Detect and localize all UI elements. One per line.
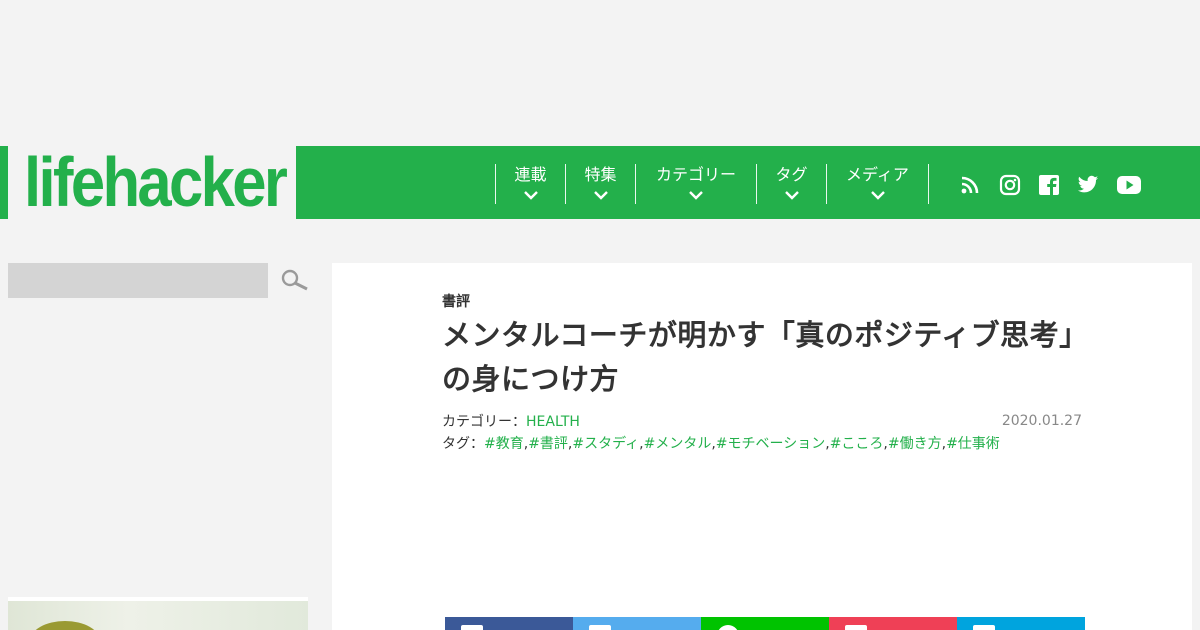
- nav-item-media[interactable]: メディア: [826, 164, 929, 204]
- instagram-icon[interactable]: [999, 172, 1038, 198]
- nav-item-features[interactable]: 特集: [565, 164, 635, 204]
- search-icon: [281, 269, 308, 291]
- tag-link[interactable]: #書評: [528, 436, 568, 452]
- nav-item-tags[interactable]: タグ: [756, 164, 826, 204]
- search-input[interactable]: [8, 263, 268, 298]
- share-line-button[interactable]: [701, 617, 829, 630]
- chevron-down-icon: [689, 191, 703, 200]
- share-buttons: [445, 617, 1085, 630]
- share-pocket-button[interactable]: [829, 617, 957, 630]
- social-links: [960, 172, 1155, 198]
- nav-item-label: カテゴリー: [655, 165, 736, 184]
- share-twitter-button[interactable]: [573, 617, 701, 630]
- pocket-icon: [845, 625, 867, 630]
- tag-link[interactable]: #仕事術: [946, 436, 1000, 452]
- tag-link[interactable]: #教育: [484, 436, 524, 452]
- rss-icon[interactable]: [960, 172, 999, 198]
- nav-item-label: 連載: [514, 165, 547, 184]
- article-title: メンタルコーチが明かす「真のポジティブ思考」の身につけ方: [442, 318, 1089, 396]
- article-tags: タグ：#教育,#書評,#スタディ,#メンタル,#モチベーション,#こころ,#働き…: [442, 433, 1000, 453]
- category-link[interactable]: HEALTH: [526, 414, 580, 430]
- chevron-down-icon: [870, 191, 885, 200]
- search-button[interactable]: [280, 268, 310, 294]
- tags-prefix: タグ：: [442, 436, 484, 452]
- youtube-icon[interactable]: [1116, 172, 1155, 198]
- thumbnail-image: [30, 621, 100, 630]
- main-navbar: 連載 特集 カテゴリー タグ メディア: [296, 146, 1200, 219]
- line-icon: [717, 625, 739, 630]
- article-category-meta: カテゴリー：HEALTH: [442, 411, 580, 431]
- tag-link[interactable]: #こころ: [830, 436, 884, 452]
- hatena-icon: [973, 625, 995, 630]
- tag-link[interactable]: #モチベーション: [716, 436, 825, 452]
- tag-link[interactable]: #働き方: [888, 436, 942, 452]
- article-card: 書評 メンタルコーチが明かす「真のポジティブ思考」の身につけ方 カテゴリー：HE…: [332, 263, 1192, 630]
- facebook-icon: [461, 625, 483, 630]
- nav-item-series[interactable]: 連載: [495, 164, 565, 204]
- site-header: lifehacker 連載 特集 カテゴリー タグ メディア: [0, 143, 1200, 221]
- nav-item-label: 特集: [584, 165, 617, 184]
- share-facebook-button[interactable]: [445, 617, 573, 630]
- chevron-down-icon: [784, 191, 799, 200]
- logo-area[interactable]: lifehacker: [8, 143, 296, 221]
- twitter-icon: [589, 625, 611, 630]
- article-category-label[interactable]: 書評: [442, 291, 470, 311]
- share-hatena-button[interactable]: [957, 617, 1085, 630]
- chevron-down-icon: [523, 191, 538, 200]
- nav-item-category[interactable]: カテゴリー: [635, 164, 756, 204]
- chevron-down-icon: [593, 191, 608, 200]
- article-date: 2020.01.27: [1001, 413, 1082, 429]
- tag-link[interactable]: #メンタル: [644, 436, 712, 452]
- nav-item-label: タグ: [775, 165, 808, 184]
- category-prefix: カテゴリー：: [442, 414, 526, 430]
- facebook-icon[interactable]: [1038, 172, 1077, 198]
- sidebar-thumbnail[interactable]: [8, 597, 308, 630]
- twitter-icon[interactable]: [1077, 172, 1116, 198]
- tag-link[interactable]: #スタディ: [572, 436, 639, 452]
- site-logo[interactable]: lifehacker: [24, 142, 288, 222]
- logo-accent-bar: [0, 146, 8, 219]
- nav-item-label: メディア: [846, 165, 909, 184]
- nav-menu: 連載 特集 カテゴリー タグ メディア: [495, 164, 929, 204]
